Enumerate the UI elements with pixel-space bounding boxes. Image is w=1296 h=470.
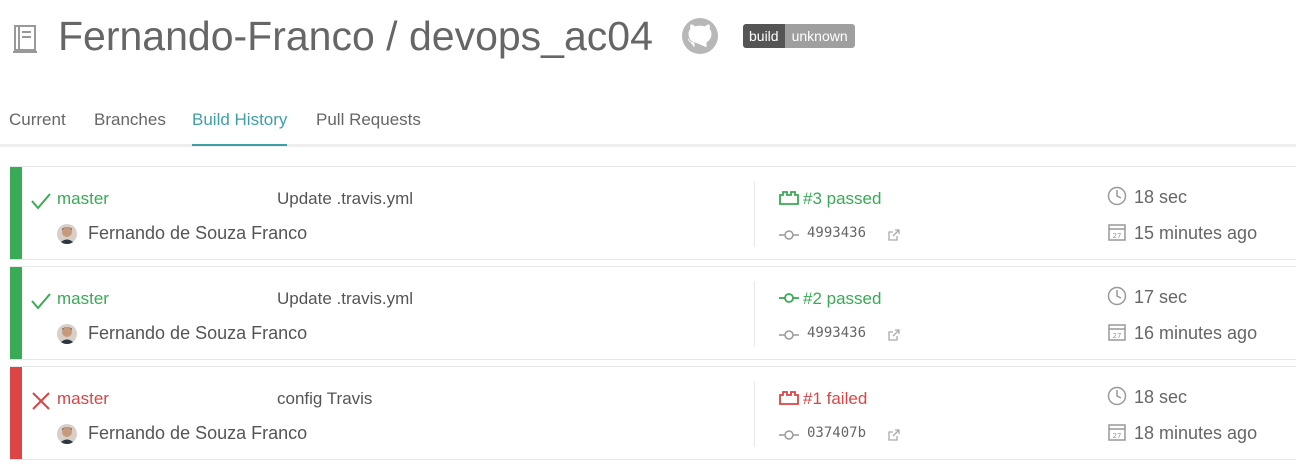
build-row[interactable]: master Update .travis.yml Fernando de So… (10, 166, 1296, 260)
repo-header: Fernando-Franco / devops_ac04 build unkn… (0, 0, 1296, 80)
clock-icon (1107, 286, 1127, 311)
push-icon (778, 390, 800, 411)
build-number-link[interactable]: #2 passed (803, 289, 881, 309)
tab-branches[interactable]: Branches (94, 110, 166, 144)
finished-time: 18 minutes ago (1134, 423, 1258, 443)
cross-icon (30, 391, 52, 416)
finished-time: 16 minutes ago (1134, 323, 1258, 343)
build-number-link[interactable]: #1 failed (803, 389, 867, 409)
repo-owner-link[interactable]: Fernando-Franco (58, 13, 375, 59)
avatar (57, 424, 77, 444)
commit-sha: 4993436 (807, 325, 867, 341)
build-duration: 17 sec (1134, 287, 1188, 307)
title-separator: / (374, 13, 409, 59)
author-name: Fernando de Souza Franco (88, 323, 308, 343)
build-status-badge[interactable]: build unknown (743, 24, 855, 48)
status-stripe (10, 267, 22, 359)
commit-sha: 037407b (807, 425, 867, 441)
commit-icon (778, 228, 800, 246)
check-icon (30, 191, 52, 216)
svg-text:27: 27 (1113, 232, 1122, 240)
badge-status: unknown (784, 24, 855, 48)
repo-tabs: Current Branches Build History Pull Requ… (0, 108, 1296, 147)
clock-icon (1107, 386, 1127, 411)
commit-icon (778, 328, 800, 346)
commit-message[interactable]: Update .travis.yml (277, 289, 413, 309)
tab-build-history[interactable]: Build History (192, 110, 288, 146)
branch-link[interactable]: master (57, 189, 109, 209)
commit-message[interactable]: config Travis (277, 389, 372, 409)
build-number-link[interactable]: #3 passed (803, 189, 881, 209)
build-duration: 18 sec (1134, 187, 1188, 207)
author-name: Fernando de Souza Franco (88, 423, 308, 443)
tab-pull-requests[interactable]: Pull Requests (316, 110, 421, 144)
repo-name-link[interactable]: devops_ac04 (409, 13, 653, 59)
finished-time: 15 minutes ago (1134, 223, 1258, 243)
svg-text:27: 27 (1113, 432, 1122, 440)
external-link-icon[interactable] (887, 328, 901, 347)
commit-sha: 4993436 (807, 225, 867, 241)
check-icon (30, 291, 52, 316)
external-link-icon[interactable] (887, 428, 901, 447)
page-title: Fernando-Franco / devops_ac04 (58, 10, 653, 62)
calendar-icon: 27 (1107, 222, 1127, 247)
branch-link[interactable]: master (57, 389, 109, 409)
build-row[interactable]: master Update .travis.yml Fernando de So… (10, 266, 1296, 360)
build-row[interactable]: master config Travis Fernando de Souza F… (10, 366, 1296, 460)
badge-label: build (743, 24, 785, 48)
divider (754, 281, 755, 347)
svg-text:27: 27 (1113, 332, 1122, 340)
push-icon (778, 190, 800, 211)
commit-message[interactable]: Update .travis.yml (277, 189, 413, 209)
status-stripe (10, 367, 22, 459)
tab-current[interactable]: Current (9, 110, 66, 144)
status-stripe (10, 167, 22, 259)
github-icon[interactable] (681, 17, 719, 60)
commit-icon (778, 290, 800, 311)
clock-icon (1107, 186, 1127, 211)
commit-icon (778, 428, 800, 446)
repo-book-icon (12, 24, 38, 59)
divider (754, 381, 755, 447)
external-link-icon[interactable] (887, 228, 901, 247)
build-duration: 18 sec (1134, 387, 1188, 407)
branch-link[interactable]: master (57, 289, 109, 309)
avatar (57, 324, 77, 344)
author-name: Fernando de Souza Franco (88, 223, 308, 243)
calendar-icon: 27 (1107, 322, 1127, 347)
calendar-icon: 27 (1107, 422, 1127, 447)
avatar (57, 224, 77, 244)
divider (754, 181, 755, 247)
